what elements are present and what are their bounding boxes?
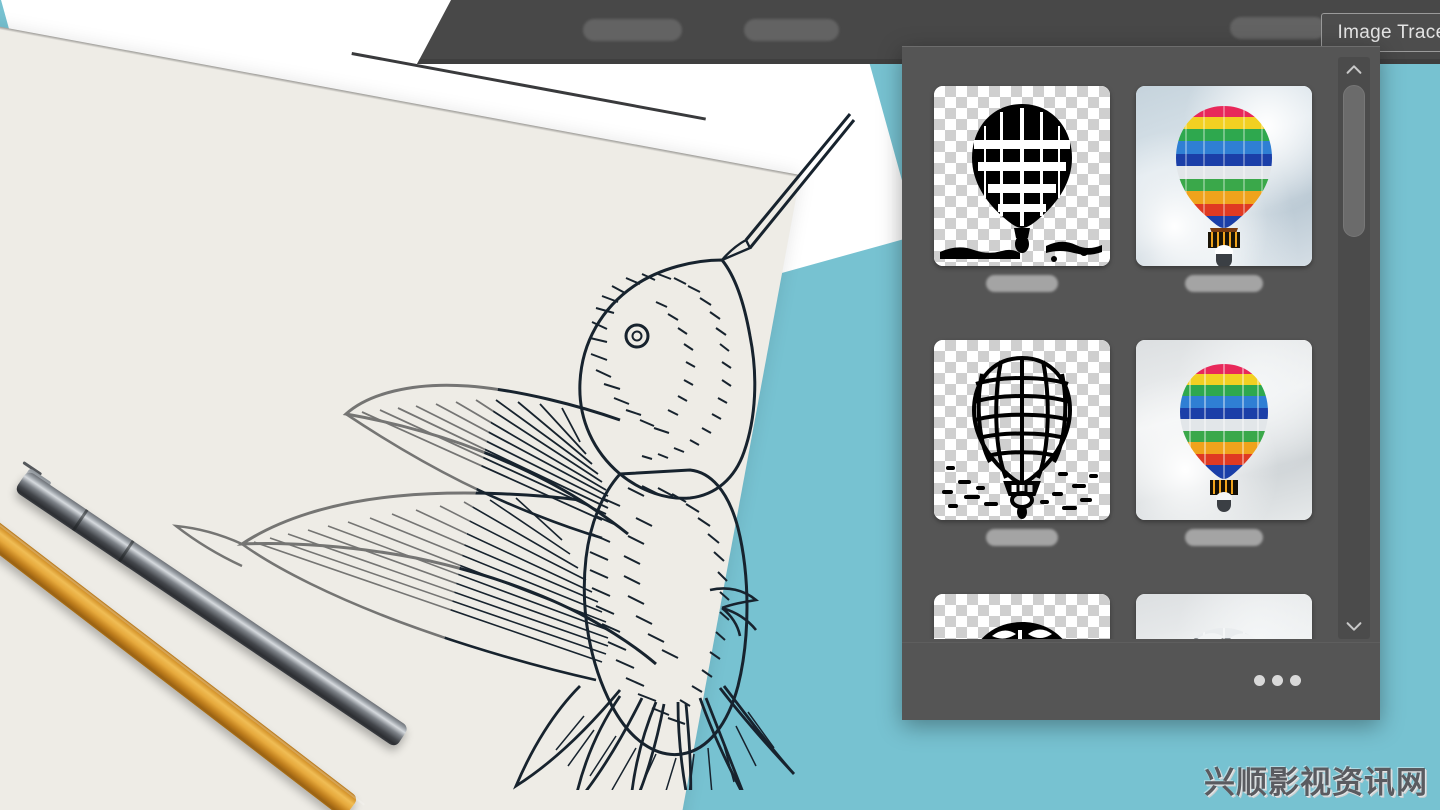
balloon-silhouette-graphic bbox=[940, 104, 1102, 262]
preset-thumbnail-grayscale[interactable] bbox=[1136, 594, 1312, 639]
preset-grid bbox=[934, 86, 1336, 639]
preset-thumbnail-color-photo[interactable] bbox=[1136, 86, 1312, 266]
preset-cell[interactable] bbox=[1136, 86, 1312, 292]
balloon-heavy-black-graphic bbox=[981, 622, 1063, 639]
grid-row-gap bbox=[934, 292, 1110, 340]
preset-cell[interactable] bbox=[934, 86, 1110, 292]
toolbar-control-2[interactable] bbox=[744, 19, 839, 41]
preset-thumbnail-line-art[interactable] bbox=[934, 340, 1110, 520]
preset-scroll-area[interactable] bbox=[902, 47, 1336, 639]
balloon-color-graphic bbox=[1176, 106, 1272, 266]
scrollbar-thumb[interactable] bbox=[1343, 85, 1365, 237]
ellipsis-dot bbox=[1272, 675, 1283, 686]
grid-row-gap bbox=[1136, 292, 1312, 340]
preset-cell[interactable] bbox=[1136, 340, 1312, 546]
balloon-outline-graphic bbox=[942, 355, 1098, 519]
preset-thumbnail-bw-heavy[interactable] bbox=[934, 594, 1110, 639]
preset-cell[interactable] bbox=[934, 594, 1110, 639]
screenshot-root: Image Trace 兴顺影视资讯网 bbox=[0, 0, 1440, 810]
preset-label bbox=[1185, 529, 1263, 546]
chevron-up-icon[interactable] bbox=[1338, 57, 1370, 83]
watermark-text: 兴顺影视资讯网 bbox=[1204, 765, 1428, 801]
preset-cell[interactable] bbox=[1136, 594, 1312, 639]
panel-scrollbar[interactable] bbox=[1338, 57, 1370, 639]
toolbar-control-1[interactable] bbox=[583, 19, 682, 41]
grid-row-gap bbox=[1136, 546, 1312, 594]
balloon-flat-color-graphic bbox=[1180, 364, 1268, 512]
preset-label bbox=[986, 275, 1058, 292]
panel-footer bbox=[902, 642, 1380, 720]
image-trace-panel bbox=[902, 46, 1380, 720]
ellipsis-dot bbox=[1254, 675, 1265, 686]
balloon-grayscale-graphic bbox=[1176, 628, 1272, 639]
toolbar-control-3[interactable] bbox=[1230, 17, 1326, 39]
preset-cell[interactable] bbox=[934, 340, 1110, 546]
preset-thumbnail-bw-silhouette[interactable] bbox=[934, 86, 1110, 266]
grid-row-gap bbox=[934, 546, 1110, 594]
preset-thumbnail-low-fidelity-color[interactable] bbox=[1136, 340, 1312, 520]
ellipsis-dot bbox=[1290, 675, 1301, 686]
ellipsis-icon[interactable] bbox=[1254, 675, 1301, 686]
chevron-down-icon[interactable] bbox=[1338, 613, 1370, 639]
preset-label bbox=[986, 529, 1058, 546]
preset-label bbox=[1185, 275, 1263, 292]
